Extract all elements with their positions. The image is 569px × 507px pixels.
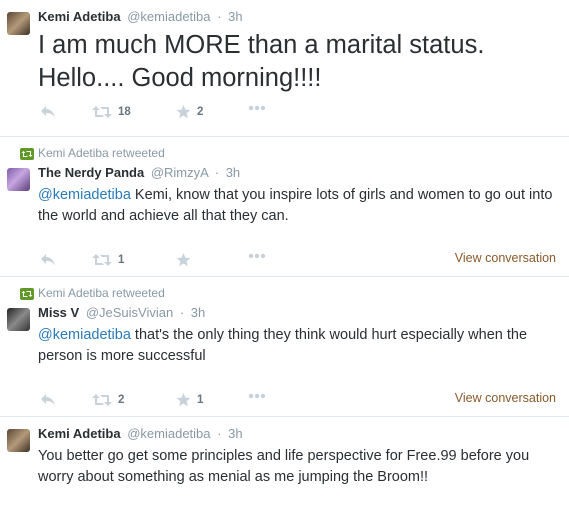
- favorite-count: 2: [197, 106, 204, 118]
- reply-icon: [41, 106, 55, 118]
- tweet-actions: 18 2: [38, 103, 559, 123]
- retweet-button[interactable]: 2: [92, 393, 124, 407]
- favorite-icon: [176, 253, 191, 267]
- author-handle[interactable]: @RimzyA: [151, 165, 208, 180]
- retweeted-icon: [20, 288, 34, 300]
- tweet-header: Kemi Adetiba @kemiadetiba · 3h: [38, 8, 559, 25]
- tweet-actions: 1 View conversation: [38, 251, 559, 271]
- author-name[interactable]: Kemi Adetiba: [38, 9, 121, 24]
- more-icon: [248, 105, 266, 111]
- more-button[interactable]: [248, 253, 266, 259]
- author-name[interactable]: The Nerdy Panda: [38, 165, 144, 180]
- timestamp[interactable]: 3h: [228, 426, 242, 441]
- retweet-count: 2: [118, 394, 125, 406]
- tweet-text: You better go get some principles and li…: [38, 448, 530, 485]
- more-button[interactable]: [248, 393, 266, 399]
- retweet-count: 1: [118, 254, 125, 266]
- retweet-context: Kemi Adetiba retweeted: [20, 285, 559, 301]
- reply-icon: [41, 394, 55, 406]
- retweeted-by-label[interactable]: Kemi Adetiba retweeted: [38, 286, 165, 300]
- more-icon: [248, 253, 266, 259]
- tweet[interactable]: Kemi Adetiba @kemiadetiba · 3h You bette…: [0, 417, 569, 507]
- avatar[interactable]: [7, 12, 30, 35]
- favorite-button[interactable]: [176, 253, 191, 267]
- author-handle[interactable]: @kemiadetiba: [127, 9, 210, 24]
- reply-button[interactable]: [40, 253, 56, 267]
- retweet-icon: [92, 106, 112, 118]
- tweet[interactable]: Kemi Adetiba retweeted Miss V @JeSuisViv…: [0, 277, 569, 417]
- separator-dot: ·: [217, 426, 222, 441]
- avatar[interactable]: [7, 429, 30, 452]
- reply-button[interactable]: [40, 105, 56, 119]
- retweet-icon: [92, 394, 112, 406]
- favorite-button[interactable]: 1: [176, 393, 203, 407]
- reply-button[interactable]: [40, 393, 56, 407]
- tweet-header: The Nerdy Panda @RimzyA · 3h: [38, 164, 559, 181]
- avatar[interactable]: [7, 168, 30, 191]
- timestamp[interactable]: 3h: [191, 305, 205, 320]
- favorite-icon: [176, 393, 191, 407]
- retweet-count: 18: [118, 106, 131, 118]
- timeline: Kemi Adetiba @kemiadetiba · 3h I am much…: [0, 0, 569, 507]
- author-name[interactable]: Miss V: [38, 305, 79, 320]
- retweet-button[interactable]: 18: [92, 105, 131, 119]
- tweet-text: I am much MORE than a marital status. He…: [38, 31, 485, 92]
- tweet-text: @kemiadetiba that's the only thing they …: [38, 325, 559, 367]
- view-conversation-link[interactable]: View conversation: [455, 251, 556, 265]
- author-handle[interactable]: @JeSuisVivian: [86, 305, 173, 320]
- mention-link[interactable]: @kemiadetiba: [38, 187, 131, 203]
- author-name[interactable]: Kemi Adetiba: [38, 426, 121, 441]
- mention-link[interactable]: @kemiadetiba: [38, 327, 131, 343]
- separator-dot: ·: [179, 305, 185, 320]
- author-handle[interactable]: @kemiadetiba: [127, 426, 210, 441]
- tweet[interactable]: Kemi Adetiba retweeted The Nerdy Panda @…: [0, 137, 569, 277]
- tweet-text: @kemiadetiba Kemi, know that you inspire…: [38, 185, 559, 227]
- separator-dot: ·: [214, 165, 220, 180]
- favorite-icon: [176, 105, 191, 119]
- reply-icon: [41, 254, 55, 266]
- tweet-actions: 2 1 View conversation: [38, 391, 559, 411]
- avatar[interactable]: [7, 308, 30, 331]
- timestamp[interactable]: 3h: [228, 9, 242, 24]
- retweeted-icon: [20, 148, 34, 160]
- view-conversation-link[interactable]: View conversation: [455, 391, 556, 405]
- retweet-button[interactable]: 1: [92, 253, 124, 267]
- timestamp[interactable]: 3h: [226, 165, 240, 180]
- retweet-icon: [92, 254, 112, 266]
- tweet-header: Kemi Adetiba @kemiadetiba · 3h: [38, 425, 559, 442]
- favorite-count: 1: [197, 394, 204, 406]
- tweet[interactable]: Kemi Adetiba @kemiadetiba · 3h I am much…: [0, 0, 569, 137]
- more-button[interactable]: [248, 105, 266, 111]
- more-icon: [248, 393, 266, 399]
- retweet-context: Kemi Adetiba retweeted: [20, 145, 559, 161]
- separator-dot: ·: [217, 9, 222, 24]
- favorite-button[interactable]: 2: [176, 105, 203, 119]
- retweeted-by-label[interactable]: Kemi Adetiba retweeted: [38, 146, 165, 160]
- tweet-header: Miss V @JeSuisVivian · 3h: [38, 304, 559, 321]
